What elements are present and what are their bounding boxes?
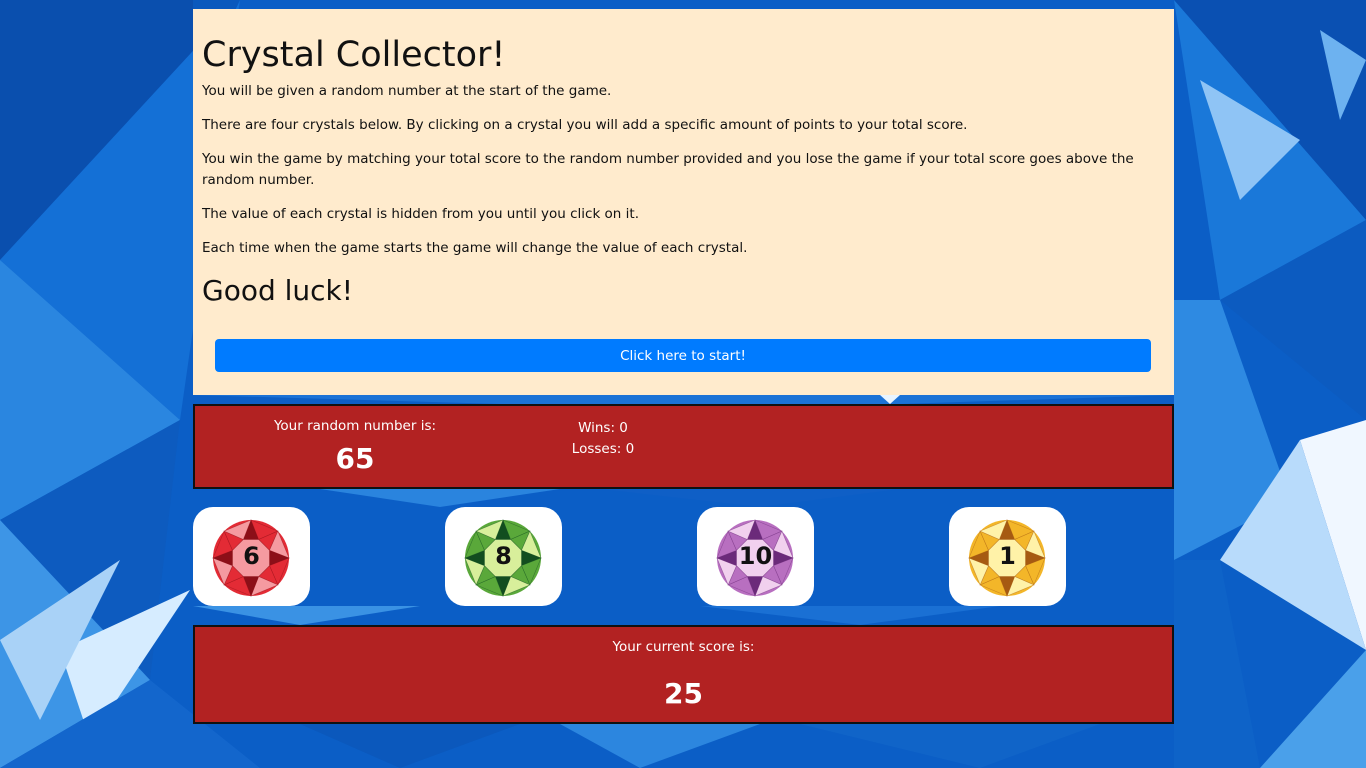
stats: Wins: 0 Losses: 0 — [553, 418, 653, 460]
green-crystal-button[interactable]: 8 — [445, 507, 562, 606]
crystal-value: 10 — [738, 542, 773, 570]
current-score-value: 25 — [664, 677, 703, 710]
current-score-label: Your current score is: — [612, 639, 755, 655]
yellow-crystal-button[interactable]: 1 — [949, 507, 1066, 606]
score-panel: Your current score is: 25 — [193, 625, 1174, 724]
losses-count: Losses: 0 — [571, 441, 635, 457]
crystal-value: 6 — [243, 542, 260, 570]
purple-crystal-button[interactable]: 10 — [697, 507, 814, 606]
random-number-label: Your random number is: — [273, 418, 437, 434]
instruction-1: You will be given a random number at the… — [202, 83, 612, 99]
crystal-value: 1 — [999, 542, 1016, 570]
start-button[interactable]: Click here to start! — [215, 339, 1151, 372]
page-title: Crystal Collector! — [202, 35, 506, 75]
instruction-3: You win the game by matching your total … — [202, 151, 1134, 188]
instruction-2: There are four crystals below. By clicki… — [202, 117, 968, 133]
instruction-5: Each time when the game starts the game … — [202, 240, 748, 256]
wins-count: Wins: 0 — [578, 420, 628, 436]
crystal-row: 6 8 10 1 — [193, 507, 1174, 606]
random-number-value: 65 — [335, 442, 375, 475]
good-luck-heading: Good luck! — [202, 274, 353, 307]
instructions-panel: Crystal Collector! You will be given a r… — [193, 9, 1174, 395]
crystal-value: 8 — [495, 542, 512, 570]
red-crystal-button[interactable]: 6 — [193, 507, 310, 606]
target-panel: Your random number is: 65 Wins: 0 Losses… — [193, 404, 1174, 489]
instruction-4: The value of each crystal is hidden from… — [202, 206, 639, 222]
